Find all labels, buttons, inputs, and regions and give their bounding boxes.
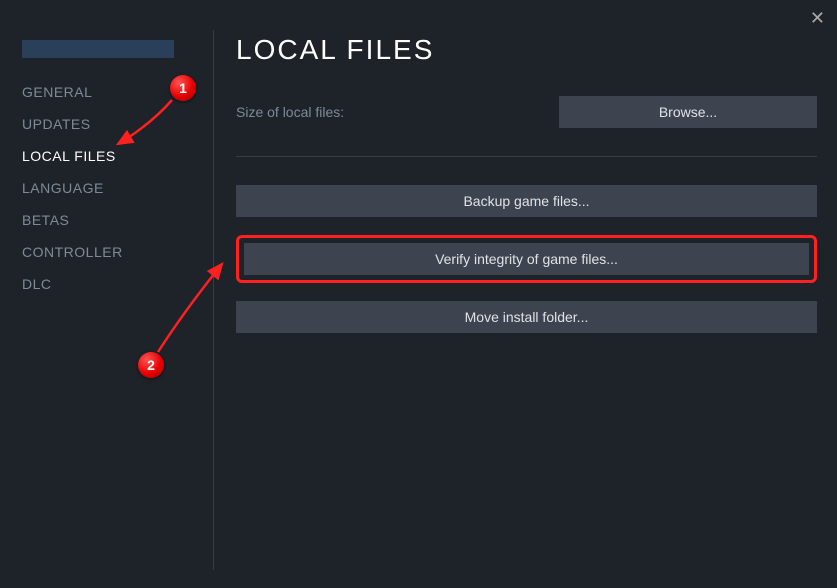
annotation-marker-2: 2 — [138, 352, 164, 378]
annotation-marker-1: 1 — [170, 75, 196, 101]
annotation-arrow-2 — [0, 0, 400, 500]
browse-button[interactable]: Browse... — [559, 96, 817, 128]
